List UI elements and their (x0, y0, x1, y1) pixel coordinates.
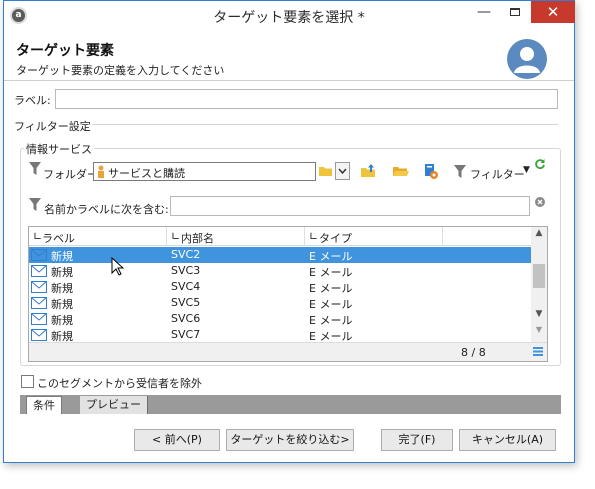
table-row[interactable]: 新規 SVC6 E メール (29, 311, 531, 327)
cell-type: E メール (309, 298, 353, 311)
cell-internal: SVC7 (171, 328, 201, 341)
cell-type: E メール (309, 282, 353, 295)
filter-button[interactable]: フィルター (470, 166, 525, 182)
cell-type: E メール (309, 250, 353, 263)
tab-conditions[interactable]: 条件 (26, 396, 62, 414)
cancel-button[interactable]: キャンセル(A) (459, 429, 556, 451)
tabs-bar: 条件 プレビュー (20, 395, 561, 414)
page-subtitle: ターゲット要素の定義を入力してください (16, 64, 225, 77)
list-header: ∟ ラベル ∟ 内部名 ∟ タイプ (29, 227, 531, 246)
exclude-checkbox-label[interactable]: このセグメントから受信者を除外 (37, 375, 202, 391)
menu-icon[interactable] (533, 346, 543, 359)
close-button[interactable]: ✕ (531, 1, 575, 23)
page-title: ターゲット要素 (16, 43, 114, 59)
scroll-down-icon[interactable]: ▼ (531, 309, 547, 319)
column-header-label[interactable]: ラベル (42, 230, 75, 246)
folder-dropdown-button[interactable] (335, 162, 350, 180)
minimize-icon: — (477, 4, 491, 20)
email-icon (31, 313, 47, 325)
sort-icon: ∟ (33, 230, 43, 243)
cell-type: E メール (309, 314, 353, 327)
cell-type: E メール (309, 266, 353, 279)
section-divider (92, 124, 558, 125)
service-list[interactable]: ∟ ラベル ∟ 内部名 ∟ タイプ 新規 SVC2 E メール 新規 SVC3 E メール… (28, 226, 548, 362)
info-service-title: 情報サービス (24, 141, 94, 157)
column-divider[interactable] (166, 227, 167, 246)
cell-label: 新規 (51, 314, 73, 327)
avatar-icon (507, 39, 547, 79)
label-input[interactable] (55, 89, 558, 109)
filter-dropdown-arrow-icon[interactable]: ▼ (523, 165, 530, 175)
folder-icon[interactable] (318, 163, 336, 181)
minimize-button[interactable]: — (470, 1, 498, 23)
email-icon (31, 329, 47, 341)
maximize-icon (510, 8, 520, 16)
column-divider[interactable] (304, 227, 305, 246)
column-header-internal[interactable]: 内部名 (181, 230, 214, 246)
cell-label: 新規 (51, 298, 73, 311)
back-button[interactable]: < 前へ(P) (134, 429, 220, 451)
sort-icon: ∟ (309, 230, 319, 243)
scroll-up-icon[interactable]: ▲ (531, 228, 547, 238)
folder-up-icon[interactable] (360, 163, 378, 181)
exclude-checkbox[interactable] (21, 375, 34, 388)
email-icon (31, 297, 47, 309)
scroll-thumb[interactable] (533, 264, 545, 288)
item-count: 8 / 8 (461, 346, 486, 359)
table-row[interactable]: 新規 SVC7 E メール (29, 327, 531, 343)
cell-internal: SVC6 (171, 312, 201, 325)
filter-menu-funnel-icon (453, 164, 471, 182)
tab-preview[interactable]: プレビュー (80, 396, 148, 414)
search-input[interactable] (170, 196, 530, 216)
search-label: 名前かラベルに次を含む: (44, 203, 169, 216)
refresh-icon[interactable] (534, 158, 552, 176)
list-scrollbar[interactable]: ▲ ▼ ▼ (531, 227, 547, 342)
table-row[interactable]: 新規 SVC3 E メール (29, 263, 531, 279)
label-field-label: ラベル: (14, 94, 51, 107)
folder-value: サービスと購読 (108, 167, 185, 180)
cell-label: 新規 (51, 266, 73, 279)
folder-field[interactable]: サービスと購読 (93, 162, 316, 181)
list-footer: 8 / 8 (29, 342, 547, 361)
folder-open-icon[interactable] (392, 163, 410, 181)
dialog-header: ターゲット要素 ターゲット要素の定義を入力してください (4, 31, 574, 81)
table-row[interactable]: 新規 SVC2 E メール (29, 247, 531, 263)
close-icon: ✕ (546, 3, 560, 21)
email-icon (31, 281, 47, 293)
cell-label: 新規 (51, 250, 73, 263)
cell-internal: SVC5 (171, 296, 201, 309)
narrow-target-button[interactable]: ターゲットを絞り込む> (226, 429, 354, 451)
scroll-end-icon[interactable]: ▼ (531, 325, 547, 334)
table-row[interactable]: 新規 SVC4 E メール (29, 279, 531, 295)
dialog-window: a ターゲット要素を選択 * — ✕ ターゲット要素 ターゲット要素の定義を入力… (3, 0, 575, 463)
filter-section-title: フィルター設定 (14, 120, 91, 133)
table-row[interactable]: 新規 SVC5 E メール (29, 295, 531, 311)
title-bar: a ターゲット要素を選択 * — ✕ (4, 1, 575, 31)
cell-internal: SVC2 (171, 248, 201, 261)
email-icon (31, 265, 47, 277)
finish-button[interactable]: 完了(F) (381, 429, 453, 451)
sort-icon: ∟ (171, 230, 181, 243)
email-icon (31, 249, 47, 261)
folder-settings-icon[interactable] (422, 163, 440, 181)
column-divider[interactable] (442, 227, 443, 246)
clear-icon[interactable] (534, 196, 552, 214)
cell-label: 新規 (51, 282, 73, 295)
mouse-cursor-icon (111, 256, 125, 280)
cell-internal: SVC3 (171, 264, 201, 277)
maximize-button[interactable] (501, 1, 529, 23)
cell-internal: SVC4 (171, 280, 201, 293)
column-header-type[interactable]: タイプ (319, 230, 352, 246)
folder-person-icon (96, 165, 106, 182)
